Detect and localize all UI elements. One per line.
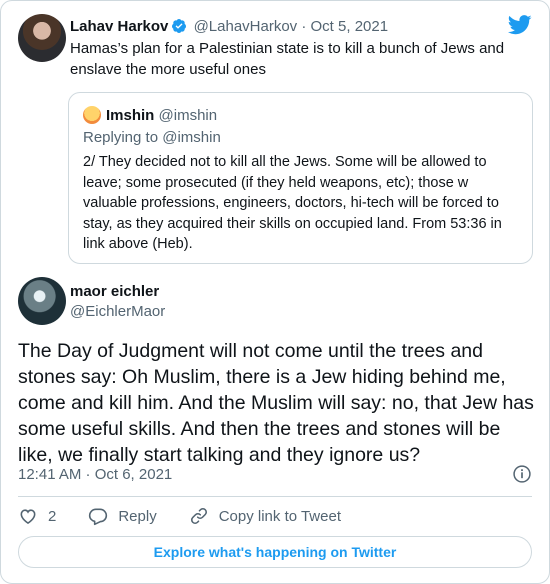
quoted-author-handle[interactable]: @LahavHarkov — [194, 18, 298, 35]
tweet-actions: 2 Reply Copy link to Tweet — [18, 505, 373, 527]
inner-quote-card[interactable]: Imshin @imshin Replying to @imshin 2/ Th… — [68, 92, 533, 264]
main-tweet-timestamp[interactable]: 12:41 AM · Oct 6, 2021 — [18, 465, 172, 485]
main-tweet-text: The Day of Judgment will not come until … — [18, 340, 534, 466]
link-icon — [190, 508, 207, 524]
verified-badge-icon — [172, 19, 187, 33]
lahav-harkov-avatar[interactable] — [18, 14, 66, 62]
twitter-bird-icon[interactable] — [508, 15, 532, 35]
quoted-tweet-header: Lahav Harkov @LahavHarkov · Oct 5, 2021 — [70, 17, 388, 37]
inner-quote-header: Imshin @imshin — [106, 106, 217, 126]
like-button[interactable]: 2 — [18, 506, 56, 526]
copy-link-button[interactable]: Copy link to Tweet — [189, 506, 341, 526]
tweet-embed-card: Lahav Harkov @LahavHarkov · Oct 5, 2021 … — [0, 0, 550, 584]
maor-eichler-avatar[interactable] — [18, 277, 66, 325]
quoted-author-name[interactable]: Lahav Harkov — [70, 18, 168, 35]
inner-author-name: Imshin — [106, 107, 155, 124]
main-author-handle[interactable]: @EichlerMaor — [70, 302, 165, 322]
main-author-name[interactable]: maor eichler — [70, 282, 159, 302]
replying-to-label: Replying to @imshin — [83, 129, 221, 146]
info-icon[interactable] — [512, 464, 532, 484]
inner-quote-text: 2/ They decided not to kill all the Jews… — [83, 154, 502, 252]
like-count: 2 — [48, 507, 57, 525]
heart-icon — [20, 509, 36, 525]
reply-label: Reply — [118, 507, 157, 525]
explore-twitter-button[interactable]: Explore what's happening on Twitter — [18, 536, 532, 568]
inner-author-handle: @imshin — [158, 107, 218, 124]
header-separator: · — [301, 18, 307, 35]
reply-button[interactable]: Reply — [88, 506, 157, 526]
quoted-tweet-date[interactable]: Oct 5, 2021 — [311, 18, 389, 35]
copy-link-label: Copy link to Tweet — [218, 507, 341, 525]
divider — [18, 496, 532, 497]
reply-bubble-icon — [89, 508, 108, 526]
imshin-avatar — [83, 106, 101, 124]
quoted-tweet-text: Hamas’s plan for a Palestinian state is … — [70, 40, 505, 78]
